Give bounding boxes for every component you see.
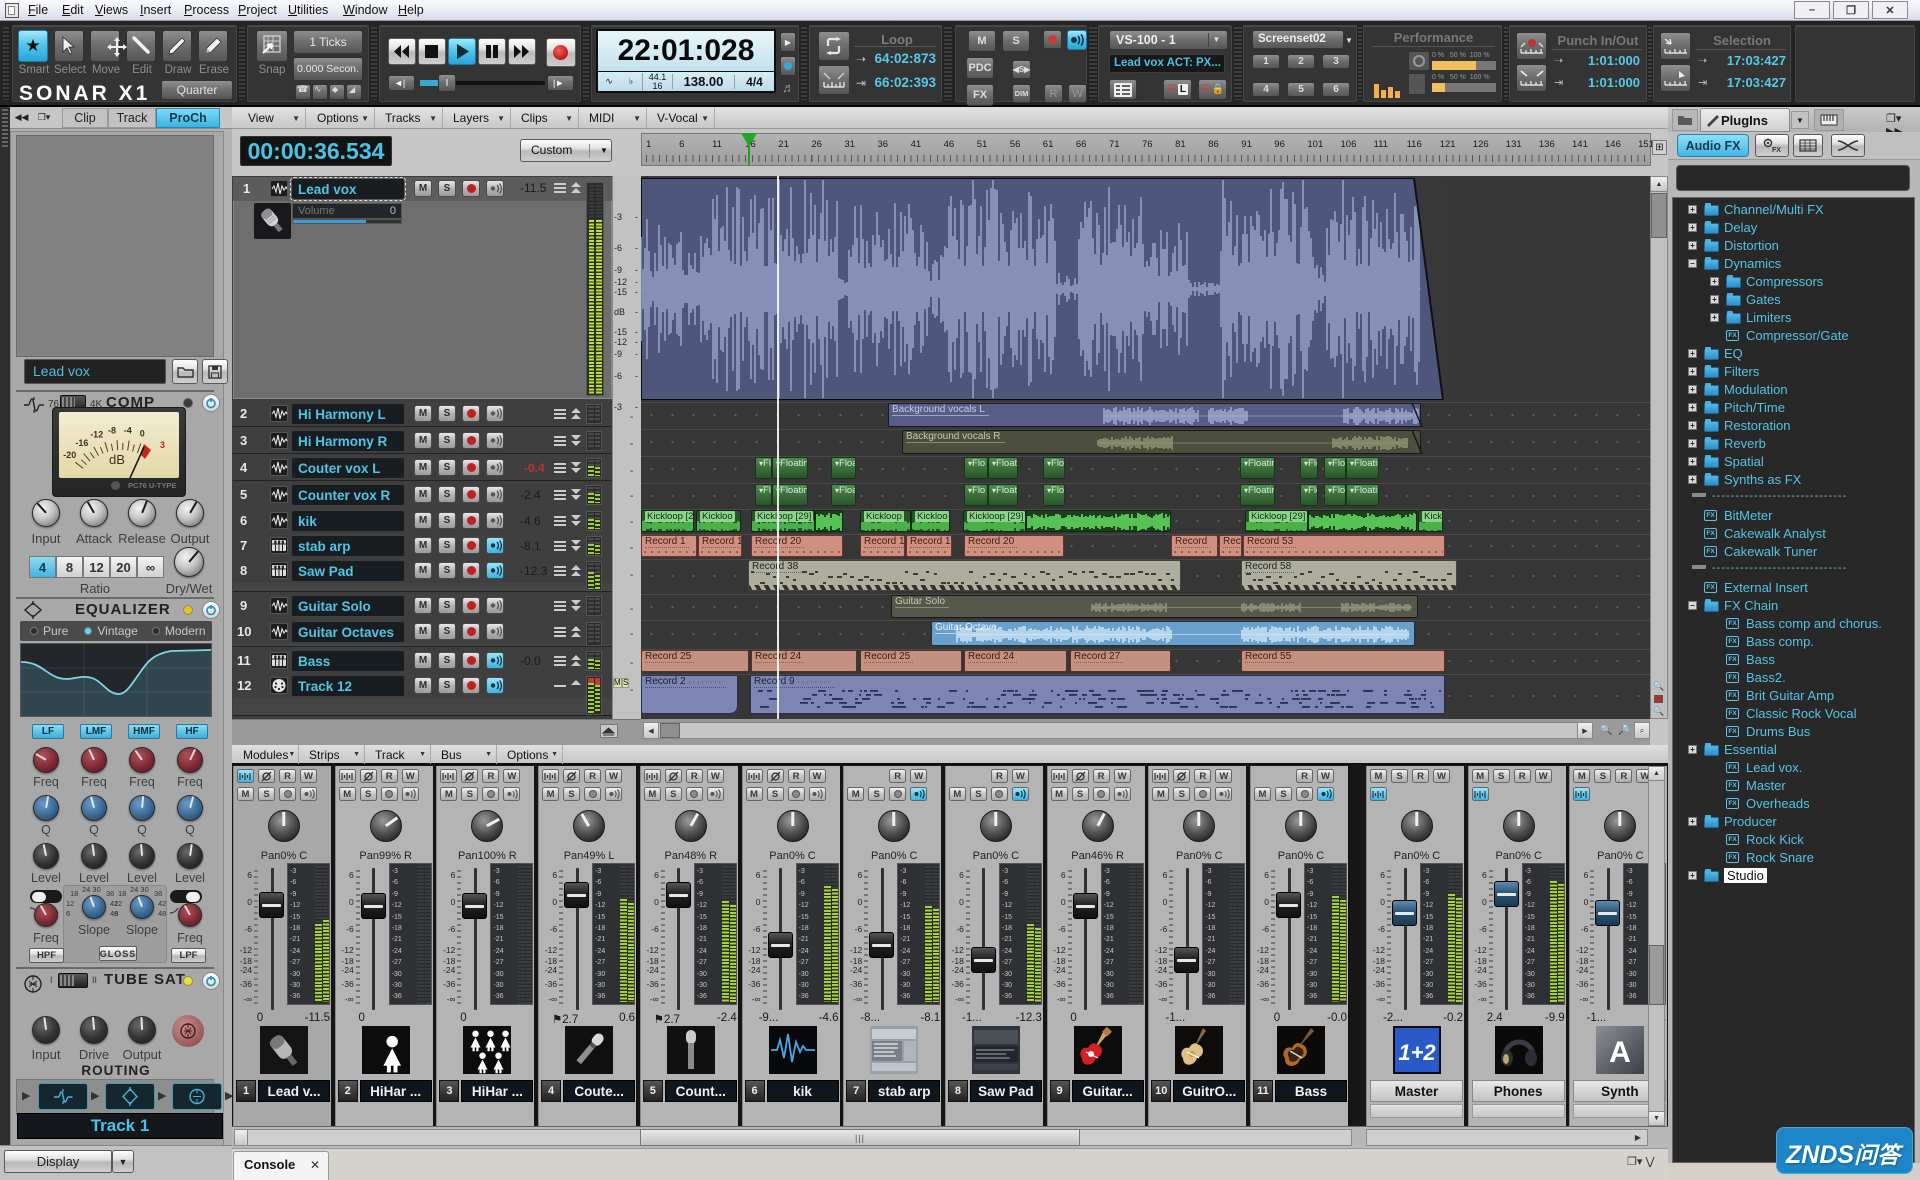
svg-text:0: 0 (140, 429, 145, 439)
svg-text:-20: -20 (63, 450, 76, 460)
svg-text:FX: FX (1772, 147, 1781, 153)
svg-text:1+2: 1+2 (1398, 1040, 1436, 1065)
svg-text:-12: -12 (90, 430, 103, 440)
svg-text:dB: dB (109, 452, 125, 467)
svg-text:-4: -4 (124, 425, 132, 435)
svg-text:-16: -16 (75, 438, 88, 448)
svg-text:-8: -8 (108, 426, 116, 436)
svg-text:3: 3 (160, 440, 165, 450)
svg-text:A: A (1610, 1036, 1632, 1069)
